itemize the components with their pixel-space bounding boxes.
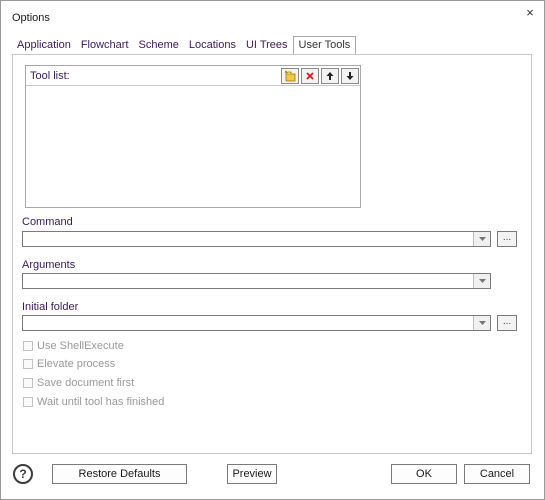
cancel-button[interactable]: Cancel <box>464 464 530 484</box>
wait-until-finished-option[interactable]: Wait until tool has finished <box>23 395 164 408</box>
window-title: Options <box>12 12 50 24</box>
tab-strip: Application Flowchart Scheme Locations U… <box>12 36 357 55</box>
arguments-label: Arguments <box>22 259 76 271</box>
tab-application[interactable]: Application <box>12 37 76 54</box>
command-browse-button[interactable]: ... <box>497 231 517 247</box>
arguments-combo[interactable] <box>22 273 491 289</box>
ok-button[interactable]: OK <box>391 464 457 484</box>
add-tool-button[interactable] <box>281 68 299 84</box>
delete-tool-button[interactable] <box>301 68 319 84</box>
close-icon[interactable]: × <box>522 5 538 21</box>
add-icon <box>284 70 296 82</box>
move-down-button[interactable] <box>341 68 359 84</box>
initial-folder-dropdown-button[interactable] <box>473 316 490 330</box>
preview-button[interactable]: Preview <box>227 464 277 484</box>
options-dialog: Options × Application Flowchart Scheme L… <box>0 0 545 500</box>
tab-flowchart[interactable]: Flowchart <box>76 37 134 54</box>
wait-until-finished-label: Wait until tool has finished <box>37 395 165 408</box>
use-shell-execute-checkbox[interactable] <box>23 340 33 351</box>
save-document-first-option[interactable]: Save document first <box>23 376 134 389</box>
tab-scheme[interactable]: Scheme <box>134 37 184 54</box>
wait-until-finished-checkbox[interactable] <box>23 396 33 407</box>
command-label: Command <box>22 216 73 228</box>
chevron-down-icon <box>478 279 486 283</box>
elevate-process-option[interactable]: Elevate process <box>23 357 115 370</box>
move-up-button[interactable] <box>321 68 339 84</box>
tab-ui-trees[interactable]: UI Trees <box>241 37 293 54</box>
arguments-input[interactable] <box>23 274 473 288</box>
tab-user-tools[interactable]: User Tools <box>292 36 357 55</box>
tool-list-box: Tool list: <box>25 65 361 208</box>
use-shell-execute-label: Use ShellExecute <box>37 339 124 352</box>
arguments-dropdown-button[interactable] <box>473 274 490 288</box>
chevron-down-icon <box>478 237 486 241</box>
restore-defaults-button[interactable]: Restore Defaults <box>52 464 187 484</box>
initial-folder-combo[interactable] <box>22 315 491 331</box>
arrow-down-icon <box>346 72 354 80</box>
chevron-down-icon <box>478 321 486 325</box>
save-document-first-label: Save document first <box>37 376 135 389</box>
delete-icon <box>306 72 314 80</box>
tab-locations[interactable]: Locations <box>184 37 241 54</box>
use-shell-execute-option[interactable]: Use ShellExecute <box>23 339 124 352</box>
save-document-first-checkbox[interactable] <box>23 377 33 388</box>
elevate-process-checkbox[interactable] <box>23 358 33 369</box>
initial-folder-input[interactable] <box>23 316 473 330</box>
command-dropdown-button[interactable] <box>473 232 490 246</box>
help-icon[interactable]: ? <box>13 464 33 484</box>
command-combo[interactable] <box>22 231 491 247</box>
initial-folder-browse-button[interactable]: ... <box>497 315 517 331</box>
initial-folder-label: Initial folder <box>22 301 79 313</box>
command-input[interactable] <box>23 232 473 246</box>
tool-list-label: Tool list: <box>30 70 70 82</box>
tool-list-toolbar <box>281 68 359 84</box>
arrow-up-icon <box>326 72 334 80</box>
elevate-process-label: Elevate process <box>37 357 116 370</box>
tool-list[interactable] <box>26 86 360 207</box>
tool-list-header: Tool list: <box>26 66 360 86</box>
